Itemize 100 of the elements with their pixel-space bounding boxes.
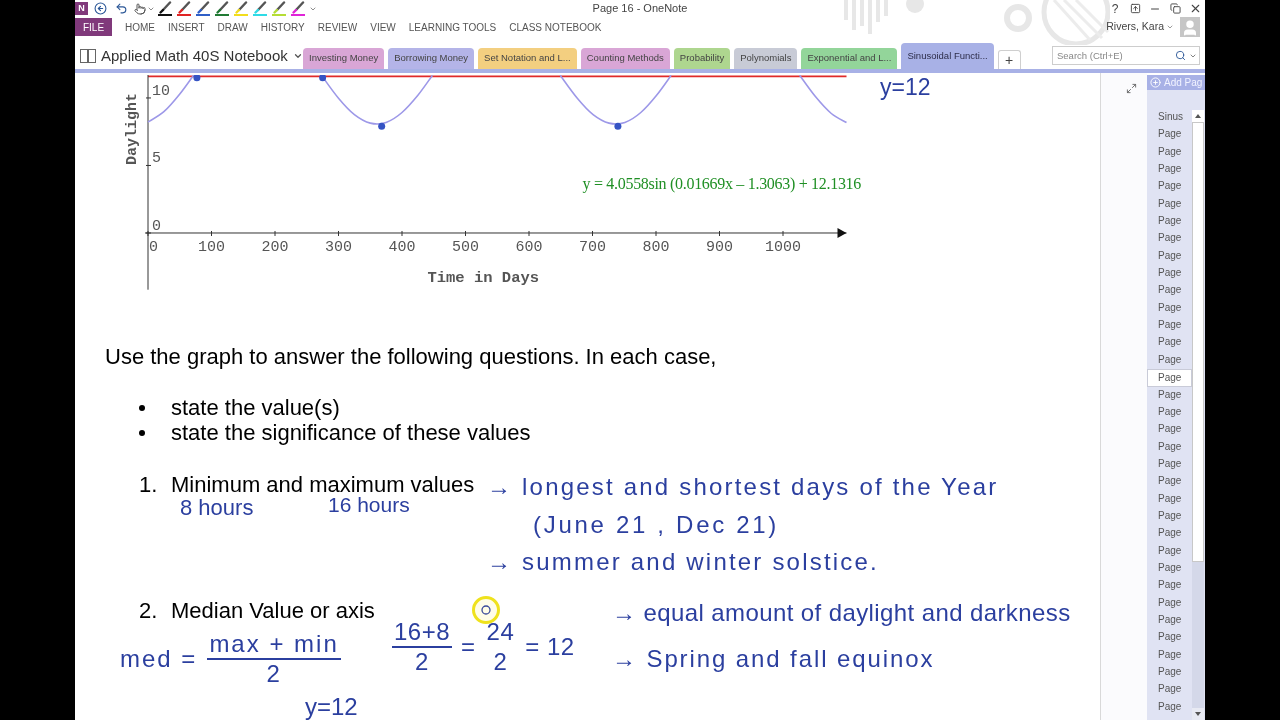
handwritten-note: = 12 bbox=[525, 633, 575, 661]
ribbon-tab[interactable]: VIEW bbox=[370, 18, 396, 36]
handwritten-note: 2 bbox=[493, 648, 508, 676]
section-tab[interactable]: Probability bbox=[673, 48, 731, 69]
page-tab[interactable]: Page bbox=[1147, 334, 1192, 352]
handwritten-note: 8 hours bbox=[180, 495, 254, 521]
page-tab[interactable]: Page bbox=[1147, 421, 1192, 439]
page-tab[interactable]: Page bbox=[1147, 664, 1192, 682]
ribbon-tab[interactable]: REVIEW bbox=[317, 18, 358, 36]
question-number: 1. bbox=[139, 472, 159, 497]
section-tab[interactable]: Sinusoidal Functi... bbox=[901, 43, 994, 69]
page-tab[interactable]: Page bbox=[1147, 403, 1192, 422]
page-tab[interactable]: Page bbox=[1147, 698, 1192, 717]
pen-icon[interactable] bbox=[215, 1, 229, 16]
tick-label: 700 bbox=[579, 239, 606, 256]
page-tab[interactable]: Page bbox=[1147, 542, 1192, 560]
undo-icon[interactable] bbox=[115, 2, 128, 15]
section-tab[interactable]: Borrowing Money bbox=[388, 48, 475, 69]
pen-icon[interactable] bbox=[253, 1, 267, 16]
caret-icon[interactable] bbox=[292, 51, 303, 61]
pen-icon[interactable] bbox=[234, 1, 248, 16]
expand-icon[interactable] bbox=[1126, 83, 1137, 94]
page-tab[interactable]: Page bbox=[1147, 646, 1192, 664]
pointer-icon[interactable] bbox=[134, 2, 146, 15]
page-tab[interactable]: Page bbox=[1147, 629, 1192, 647]
page-tab[interactable]: Page bbox=[1147, 161, 1192, 179]
section-tab[interactable]: Set Notation and L... bbox=[478, 48, 577, 69]
section-tab[interactable]: Counting Methods bbox=[580, 48, 670, 69]
notebook-name[interactable]: Applied Math 40S Notebook bbox=[101, 44, 288, 68]
caret-icon[interactable] bbox=[1166, 23, 1174, 31]
back-icon[interactable] bbox=[94, 2, 107, 15]
pen-icon[interactable] bbox=[272, 1, 286, 16]
app-logo: N bbox=[75, 2, 88, 15]
tick-label: 10 bbox=[152, 82, 170, 100]
page-tab[interactable]: Page bbox=[1147, 525, 1192, 543]
question-text: Median Value or axis bbox=[171, 598, 375, 623]
file-tab[interactable]: FILE bbox=[75, 18, 112, 36]
restore-icon[interactable] bbox=[1169, 3, 1181, 14]
data-point bbox=[378, 122, 386, 130]
equation-label: y = 4.0558sin (0.01669x – 1.3063) + 12.1316 bbox=[582, 175, 861, 192]
page-tab[interactable]: Page bbox=[1147, 507, 1192, 526]
bullet-icon bbox=[139, 404, 145, 411]
handwritten-note: = bbox=[461, 633, 476, 661]
page-tab[interactable]: Sinus bbox=[1147, 109, 1192, 127]
handwritten-note: → summer and winter solstice. bbox=[487, 548, 879, 576]
ribbon-tab[interactable]: HISTORY bbox=[260, 18, 305, 36]
page-tab[interactable]: Page bbox=[1147, 611, 1192, 630]
page-tab[interactable]: Page bbox=[1147, 299, 1192, 318]
pen-icon[interactable] bbox=[177, 1, 191, 16]
data-point bbox=[193, 75, 201, 82]
section-tab[interactable]: Exponential and L... bbox=[801, 48, 898, 69]
handwritten-note: → longest and shortest days of the Year bbox=[487, 473, 999, 501]
page-tab[interactable]: Page bbox=[1147, 282, 1192, 300]
handwritten-note: 2 bbox=[266, 660, 282, 688]
page-tab[interactable]: Page bbox=[1147, 351, 1192, 370]
page-tab[interactable]: Page bbox=[1147, 317, 1192, 335]
pen-icon[interactable] bbox=[291, 1, 305, 16]
page-tab[interactable]: Page bbox=[1147, 126, 1192, 144]
search-icon[interactable] bbox=[1175, 50, 1186, 61]
scroll-down-icon[interactable] bbox=[1195, 712, 1201, 716]
help-button[interactable]: ? bbox=[1105, 0, 1125, 17]
page-tab[interactable]: Page bbox=[1147, 265, 1192, 283]
caret-icon[interactable] bbox=[1189, 52, 1197, 60]
page-tab[interactable]: Page bbox=[1147, 577, 1192, 595]
user-name[interactable]: Rivers, Kara bbox=[1106, 19, 1164, 35]
pen-icon[interactable] bbox=[196, 1, 210, 16]
ribbon-tab[interactable]: HOME bbox=[125, 18, 155, 36]
pen-icon[interactable] bbox=[158, 1, 172, 16]
page-tab[interactable]: Page bbox=[1147, 594, 1192, 612]
section-tab[interactable]: Investing Money bbox=[303, 48, 385, 69]
page-tab[interactable]: Page bbox=[1147, 369, 1192, 387]
page-tab[interactable]: Page bbox=[1147, 438, 1192, 456]
page-tab[interactable]: Page bbox=[1147, 213, 1192, 231]
page-tab[interactable]: Page bbox=[1147, 143, 1192, 162]
search-field[interactable]: Search (Ctrl+E) bbox=[1052, 46, 1200, 65]
ribbon-tab[interactable]: INSERT bbox=[168, 18, 205, 36]
scrollbar-thumb[interactable] bbox=[1192, 122, 1204, 562]
intro-text: Use the graph to answer the following questions. In each case, bbox=[105, 344, 718, 370]
page-tab[interactable]: Page bbox=[1147, 178, 1192, 196]
page-tab[interactable]: Page bbox=[1147, 230, 1192, 248]
page-tab[interactable]: Page bbox=[1147, 490, 1192, 508]
new-section-tab[interactable]: + bbox=[997, 50, 1021, 69]
axis-title: Daylight bbox=[124, 93, 141, 165]
section-tab[interactable]: Polynomials bbox=[734, 48, 798, 69]
ribbon-tab[interactable]: DRAW bbox=[217, 18, 248, 36]
ribbon-tab[interactable]: LEARNING TOOLS bbox=[408, 18, 497, 36]
page-tab[interactable]: Page bbox=[1147, 559, 1192, 578]
page-tab[interactable]: Page bbox=[1147, 195, 1192, 214]
bullet-text: state the significance of these values bbox=[171, 420, 531, 445]
tick-label: 0 bbox=[152, 218, 161, 235]
page-tab[interactable]: Page bbox=[1147, 247, 1192, 266]
page-tab[interactable]: Page bbox=[1147, 386, 1192, 404]
scroll-up-icon[interactable] bbox=[1195, 114, 1201, 118]
page-tab[interactable]: Page bbox=[1147, 455, 1192, 474]
tick-label: 300 bbox=[325, 239, 352, 256]
page-tab[interactable]: Page bbox=[1147, 681, 1192, 699]
ribbon-tab[interactable]: CLASS NOTEBOOK bbox=[509, 18, 602, 36]
page-tab[interactable]: Page bbox=[1147, 473, 1192, 491]
ribbon-display-icon[interactable] bbox=[1129, 3, 1141, 14]
handwritten-note: max + min bbox=[207, 630, 341, 660]
